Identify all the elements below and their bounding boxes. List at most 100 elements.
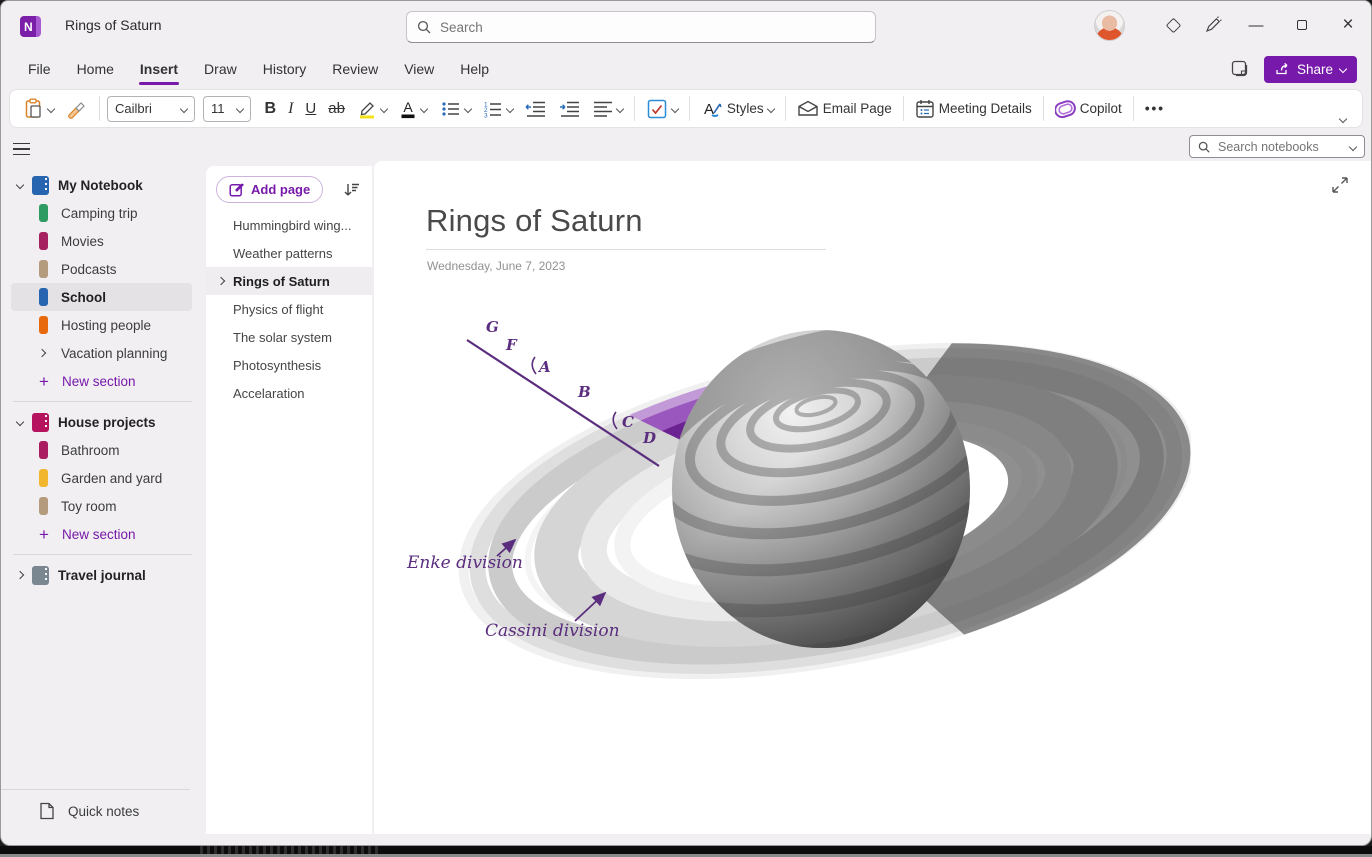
sidebar-item-podcasts[interactable]: Podcasts bbox=[11, 255, 192, 283]
plus-icon: + bbox=[39, 526, 49, 543]
sidebar-item-hosting-people[interactable]: Hosting people bbox=[11, 311, 192, 339]
search-notebooks-box[interactable] bbox=[1189, 135, 1365, 158]
new-section-button[interactable]: + New section bbox=[11, 520, 192, 548]
page-item-photosynthesis[interactable]: Photosynthesis bbox=[206, 351, 372, 379]
premium-diamond-icon[interactable] bbox=[1153, 1, 1193, 49]
ring-label-g: G bbox=[486, 318, 499, 336]
font-size-combobox[interactable]: 11 bbox=[203, 96, 251, 122]
maximize-button[interactable] bbox=[1279, 1, 1325, 49]
sidebar-item-school[interactable]: School bbox=[11, 283, 192, 311]
highlighter-button[interactable] bbox=[353, 95, 391, 123]
decrease-indent-button[interactable] bbox=[521, 96, 551, 122]
copilot-label: Copilot bbox=[1080, 101, 1122, 116]
svg-text:A: A bbox=[403, 99, 413, 115]
page-canvas[interactable]: Rings of Saturn Wednesday, June 7, 2023 bbox=[374, 161, 1371, 834]
notebook-house-projects[interactable]: House projects bbox=[11, 408, 192, 436]
page-panes-icon[interactable] bbox=[1231, 60, 1250, 79]
tab-view[interactable]: View bbox=[393, 55, 445, 83]
section-label: School bbox=[61, 290, 106, 305]
sidebar-item-camping-trip[interactable]: Camping trip bbox=[11, 199, 192, 227]
ribbon-overflow-button[interactable]: ••• bbox=[1141, 97, 1169, 120]
minimize-button[interactable]: — bbox=[1233, 1, 1279, 49]
highlighter-icon bbox=[357, 99, 377, 119]
page-title[interactable]: Rings of Saturn bbox=[426, 203, 643, 239]
add-page-button[interactable]: Add page bbox=[216, 176, 323, 203]
expand-page-icon[interactable] bbox=[1331, 176, 1349, 194]
strikethrough-button[interactable]: ab bbox=[324, 96, 349, 121]
decrease-indent-icon bbox=[525, 100, 547, 118]
chevron-down-icon[interactable] bbox=[1349, 142, 1357, 150]
font-name-value: Cailbri bbox=[115, 101, 152, 116]
divider bbox=[13, 401, 192, 402]
underline-button[interactable]: U bbox=[301, 96, 320, 121]
meeting-details-button[interactable]: Meeting Details bbox=[911, 95, 1036, 123]
page-date[interactable]: Wednesday, June 7, 2023 bbox=[427, 259, 565, 273]
search-notebooks-input[interactable] bbox=[1218, 140, 1342, 154]
sidebar-item-garden-and-yard[interactable]: Garden and yard bbox=[11, 464, 192, 492]
copilot-button[interactable]: Copilot bbox=[1051, 95, 1126, 123]
page-list-panel: Add page Hummingbird wing... Weather pat… bbox=[206, 166, 372, 834]
collapse-ribbon-chevron-icon[interactable] bbox=[1339, 115, 1347, 123]
share-button[interactable]: Share bbox=[1264, 56, 1357, 83]
onenote-window: N Rings of Saturn — × File Home Insert bbox=[0, 0, 1372, 846]
format-painter-button[interactable] bbox=[62, 95, 92, 123]
search-input[interactable] bbox=[440, 20, 865, 35]
quick-notes-button[interactable]: Quick notes bbox=[1, 789, 190, 832]
onenote-app-icon: N bbox=[20, 16, 41, 37]
page-item-the-solar-system[interactable]: The solar system bbox=[206, 323, 372, 351]
sidebar-item-toy-room[interactable]: Toy room bbox=[11, 492, 192, 520]
font-color-button[interactable]: A bbox=[395, 95, 431, 123]
section-label: Podcasts bbox=[61, 262, 117, 277]
page-item-weather-patterns[interactable]: Weather patterns bbox=[206, 239, 372, 267]
feedback-pen-icon[interactable] bbox=[1193, 1, 1233, 49]
tab-insert[interactable]: Insert bbox=[129, 55, 189, 83]
sort-pages-icon[interactable] bbox=[343, 181, 360, 198]
chevron-down-icon[interactable] bbox=[16, 418, 24, 426]
avatar[interactable] bbox=[1094, 10, 1125, 41]
close-button[interactable]: × bbox=[1325, 1, 1371, 49]
increase-indent-button[interactable] bbox=[555, 96, 585, 122]
add-page-label: Add page bbox=[251, 182, 310, 197]
chevron-down-icon[interactable] bbox=[16, 181, 24, 189]
numbered-list-button[interactable]: 123 bbox=[479, 96, 517, 122]
tab-review[interactable]: Review bbox=[321, 55, 389, 83]
page-item-accelaration[interactable]: Accelaration bbox=[206, 379, 372, 407]
section-label: Hosting people bbox=[61, 318, 151, 333]
font-color-icon: A bbox=[399, 99, 417, 119]
tab-help[interactable]: Help bbox=[449, 55, 500, 83]
screen: N Rings of Saturn — × File Home Insert bbox=[0, 0, 1372, 857]
page-item-rings-of-saturn[interactable]: Rings of Saturn bbox=[206, 267, 372, 295]
notebook-my-notebook[interactable]: My Notebook bbox=[11, 171, 192, 199]
paste-button[interactable] bbox=[20, 94, 58, 124]
styles-button[interactable]: A Styles bbox=[697, 95, 778, 123]
titlebar: N Rings of Saturn — × bbox=[1, 1, 1371, 49]
tab-file[interactable]: File bbox=[17, 55, 62, 83]
tab-history[interactable]: History bbox=[252, 55, 318, 83]
notebook-label: My Notebook bbox=[58, 178, 143, 193]
bullet-list-button[interactable] bbox=[437, 96, 475, 122]
new-section-button[interactable]: + New section bbox=[11, 367, 192, 395]
section-label: Bathroom bbox=[61, 443, 120, 458]
bold-button[interactable]: B bbox=[261, 96, 281, 122]
hamburger-menu-icon[interactable] bbox=[13, 137, 37, 161]
tab-home[interactable]: Home bbox=[66, 55, 125, 83]
alignment-button[interactable] bbox=[589, 96, 627, 122]
sidebar-item-vacation-planning[interactable]: Vacation planning bbox=[11, 339, 192, 367]
sidebar-item-movies[interactable]: Movies bbox=[11, 227, 192, 255]
page-item-hummingbird-wing[interactable]: Hummingbird wing... bbox=[206, 211, 372, 239]
global-search-box[interactable] bbox=[406, 11, 876, 43]
page-item-physics-of-flight[interactable]: Physics of flight bbox=[206, 295, 372, 323]
tab-draw[interactable]: Draw bbox=[193, 55, 248, 83]
title-divider bbox=[426, 249, 826, 250]
chevron-right-icon[interactable] bbox=[16, 571, 24, 579]
sidebar-item-bathroom[interactable]: Bathroom bbox=[11, 436, 192, 464]
notebook-travel-journal[interactable]: Travel journal bbox=[11, 561, 192, 589]
todo-tag-button[interactable] bbox=[642, 94, 682, 124]
bullet-list-icon bbox=[441, 100, 461, 118]
svg-text:3: 3 bbox=[484, 112, 488, 118]
italic-button[interactable]: I bbox=[284, 96, 297, 122]
email-page-button[interactable]: Email Page bbox=[793, 96, 896, 121]
font-name-combobox[interactable]: Cailbri bbox=[107, 96, 195, 122]
ring-label-d: D bbox=[642, 429, 656, 447]
page-icon bbox=[39, 802, 55, 820]
